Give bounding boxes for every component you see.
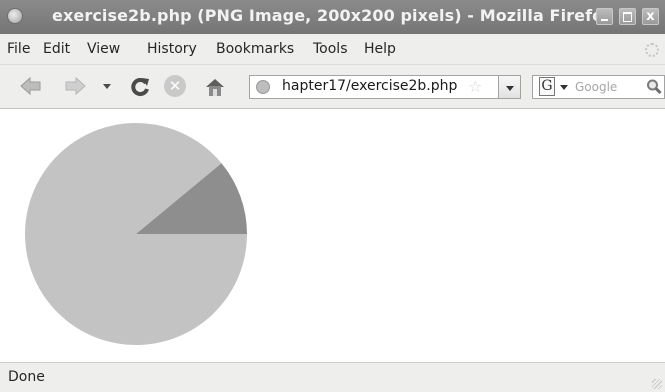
pie-image — [25, 122, 248, 346]
url-text[interactable]: hapter17/exercise2b.php — [282, 78, 457, 94]
menu-edit[interactable]: Edit — [43, 41, 70, 57]
menu-view[interactable]: View — [87, 41, 120, 57]
resize-grip[interactable] — [652, 379, 662, 389]
site-identity-icon[interactable] — [256, 80, 270, 94]
forward-arrow-icon[interactable] — [64, 76, 86, 96]
history-dropdown-icon[interactable] — [103, 84, 111, 89]
minimize-button[interactable] — [596, 8, 613, 25]
reload-icon[interactable] — [129, 76, 151, 98]
menu-bar: File Edit View History Bookmarks Tools H… — [0, 34, 665, 65]
star-icon[interactable]: ☆ — [468, 77, 482, 96]
title-bar: exercise2b.php (PNG Image, 200x200 pixel… — [0, 0, 665, 34]
maximize-button[interactable] — [619, 8, 636, 25]
google-icon: G — [539, 77, 555, 96]
menu-help[interactable]: Help — [364, 41, 396, 57]
menu-file[interactable]: File — [7, 41, 30, 57]
search-input[interactable] — [575, 77, 645, 97]
back-arrow-icon[interactable] — [20, 76, 42, 96]
stop-icon[interactable]: ✕ — [164, 75, 186, 97]
url-history-dropdown[interactable] — [499, 75, 521, 99]
close-button[interactable]: x — [642, 8, 659, 25]
throbber-icon — [645, 43, 659, 57]
status-text: Done — [8, 369, 45, 385]
firefox-icon[interactable] — [7, 8, 23, 24]
menu-history[interactable]: History — [147, 41, 197, 57]
menu-tools[interactable]: Tools — [313, 41, 348, 57]
address-bar[interactable]: hapter17/exercise2b.php ☆ — [249, 75, 499, 99]
search-engine-selector[interactable]: G — [535, 77, 573, 97]
status-bar: Done — [0, 362, 665, 392]
navigation-toolbar: ✕ hapter17/exercise2b.php ☆ G — [0, 65, 665, 109]
home-icon[interactable] — [204, 76, 226, 98]
window-title: exercise2b.php (PNG Image, 200x200 pixel… — [52, 6, 614, 25]
chevron-down-icon — [560, 85, 568, 90]
search-bar: G — [532, 75, 665, 99]
magnifier-icon[interactable] — [646, 78, 662, 96]
menu-bookmarks[interactable]: Bookmarks — [216, 41, 294, 57]
